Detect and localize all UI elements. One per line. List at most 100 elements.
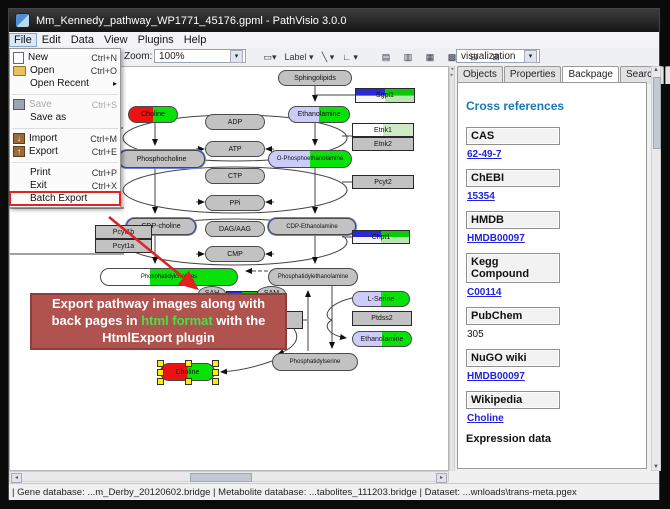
menu-data[interactable]: Data (66, 33, 99, 47)
backpage-section: NuGO wikiHMDB00097 (466, 349, 638, 382)
zoom-combobox[interactable]: 100% ▾ (154, 49, 246, 63)
scrollbar-thumb[interactable] (190, 473, 252, 482)
backpage-content: Cross references CAS62-49-7ChEBI15354HMD… (457, 82, 647, 469)
file-menu-item-open[interactable]: OpenCtrl+O (10, 64, 120, 77)
node-adp[interactable]: ADP (205, 114, 265, 130)
selection-handle[interactable] (212, 360, 219, 367)
common-width-button[interactable]: ⊟ (463, 49, 485, 66)
node-pcyt1b[interactable]: Pcyt1b (95, 225, 152, 239)
file-menu-item-open-recent[interactable]: Open Recent▸ (10, 77, 120, 90)
node-phosphatidylethanolamine[interactable]: Phosphatidylethanolamine (268, 268, 358, 286)
menu-separator (12, 124, 118, 129)
node-ethanolamine-bottom[interactable]: Ethanolamine (352, 331, 412, 347)
connector-tool-dropdown[interactable]: ∟ ▾ (339, 49, 361, 66)
node-cmp[interactable]: CMP (205, 246, 265, 262)
menu-help[interactable]: Help (179, 33, 212, 47)
backpage-section: WikipediaCholine (466, 391, 638, 424)
tab-legend[interactable]: Legend (665, 66, 670, 84)
node-ppi[interactable]: PPi (205, 195, 265, 211)
selection-handle[interactable] (157, 369, 164, 376)
node-atp[interactable]: ATP (205, 141, 265, 157)
no-icon (13, 193, 26, 204)
menu-view[interactable]: View (99, 33, 133, 47)
file-menu-item-print[interactable]: PrintCtrl+P (10, 166, 120, 179)
zoom-value: 100% (159, 51, 185, 62)
canvas-horizontal-scrollbar[interactable]: ◂ ▸ (9, 471, 449, 482)
file-menu-item-export[interactable]: ↑ExportCtrl+E (10, 145, 120, 158)
xref-link[interactable]: Choline (467, 413, 504, 424)
title-bar[interactable]: Mm_Kennedy_pathway_WP1771_45176.gpml - P… (9, 9, 659, 32)
node-ctp[interactable]: CTP (205, 168, 265, 184)
xref-source-header: HMDB (466, 211, 560, 229)
panel-vertical-scrollbar[interactable]: ▲▼ (651, 66, 661, 471)
node-etnk2[interactable]: Etnk2 (352, 137, 414, 151)
xref-link[interactable]: HMDB00097 (467, 371, 525, 382)
node-o-phosphoethanolamine[interactable]: O-Phosphoethanolamine (268, 150, 352, 168)
node-ethanolamine-top[interactable]: Ethanolamine (288, 106, 350, 123)
scroll-right-icon[interactable]: ▸ (436, 473, 447, 483)
no-icon (13, 167, 26, 178)
node-pcyt1a[interactable]: Pcyt1a (95, 239, 152, 253)
file-menu-item-exit[interactable]: ExitCtrl+X (10, 179, 120, 192)
node-etnk1[interactable]: Etnk1 (352, 123, 414, 137)
file-menu-item-save-as[interactable]: Save as (10, 111, 120, 124)
common-height-button[interactable]: ⊞ (485, 49, 507, 66)
chevron-down-icon[interactable]: ▾ (524, 50, 537, 63)
selection-handle[interactable] (185, 360, 192, 367)
callout-text-highlight: html format (141, 313, 213, 328)
open-folder-icon (13, 66, 26, 76)
file-menu-item-batch-export[interactable]: Batch Export (10, 192, 120, 205)
chevron-down-icon[interactable]: ▾ (230, 50, 243, 63)
selection-handle[interactable] (157, 360, 164, 367)
node-phosphatidylcholines[interactable]: Phosphatidylcholines (100, 268, 238, 286)
menu-item-label: Open Recent (30, 78, 113, 89)
node-phosphocholine[interactable]: Phosphocholine (118, 150, 205, 168)
node-ptdss2[interactable]: Ptdss2 (352, 311, 412, 326)
file-menu-item-save[interactable]: SaveCtrl+S (10, 98, 120, 111)
annotation-callout: Export pathway images along with back pa… (30, 293, 287, 350)
side-panel: ObjectsPropertiesBackpageSearchLegend Cr… (455, 66, 661, 471)
label-tool-dropdown[interactable]: Label ▾ (281, 49, 317, 66)
pathvisio-window: Mm_Kennedy_pathway_WP1771_45176.gpml - P… (8, 8, 660, 500)
node-chpt1[interactable]: Chpt1 (352, 230, 410, 244)
align-center-y-button[interactable]: ▥ (397, 49, 419, 66)
align-center-x-button[interactable]: ▤ (375, 49, 397, 66)
selection-handle[interactable] (185, 378, 192, 385)
line-tool-dropdown[interactable]: ╲ ▾ (317, 49, 339, 66)
backpage-section: Kegg CompoundC00114 (466, 253, 638, 298)
side-panel-tabs: ObjectsPropertiesBackpageSearchLegend (457, 66, 649, 83)
node-l-serine[interactable]: L-Serine (352, 291, 410, 307)
xref-link[interactable]: 62-49-7 (467, 149, 501, 160)
node-pcyt2[interactable]: Pcyt2 (352, 175, 414, 189)
menu-file[interactable]: File (9, 33, 37, 47)
xref-link[interactable]: HMDB00097 (467, 233, 525, 244)
distribute-horizontal-button[interactable]: ▦ (419, 49, 441, 66)
menu-item-shortcut: Ctrl+M (90, 134, 117, 144)
selection-handle[interactable] (212, 378, 219, 385)
menu-separator (12, 90, 118, 95)
scroll-left-icon[interactable]: ◂ (11, 473, 22, 483)
node-choline-top[interactable]: Choline (128, 106, 178, 123)
menu-edit[interactable]: Edit (37, 33, 66, 47)
selection-handle[interactable] (212, 369, 219, 376)
distribute-vertical-button[interactable]: ▩ (441, 49, 463, 66)
node-hidden-gene[interactable] (285, 311, 303, 329)
xref-value: HMDB00097 (467, 233, 638, 244)
menu-plugins[interactable]: Plugins (133, 33, 179, 47)
selection-handle[interactable] (157, 378, 164, 385)
xref-link[interactable]: C00114 (467, 287, 501, 298)
node-dag-aag[interactable]: DAG/AAG (205, 221, 265, 237)
menu-item-shortcut: Ctrl+E (92, 147, 117, 157)
xref-link[interactable]: 15354 (467, 191, 495, 202)
node-sgpl1[interactable]: Sgpl1 (355, 88, 415, 103)
no-icon (13, 180, 26, 191)
menu-item-label: Export (29, 146, 92, 157)
file-menu-item-import[interactable]: ↓ImportCtrl+M (10, 132, 120, 145)
node-sphingolipids[interactable]: Sphingolipids (278, 70, 352, 86)
scrollbar-thumb[interactable] (653, 77, 661, 149)
menu-item-shortcut: Ctrl+X (92, 181, 117, 191)
file-menu-item-new[interactable]: NewCtrl+N (10, 51, 120, 64)
datanode-type-dropdown[interactable]: ▭▾ (259, 49, 281, 66)
node-phosphatidylserine[interactable]: Phosphatidylserine (272, 353, 358, 371)
node-cdp-ethanolamine[interactable]: CDP-Ethanolamine (268, 218, 356, 235)
